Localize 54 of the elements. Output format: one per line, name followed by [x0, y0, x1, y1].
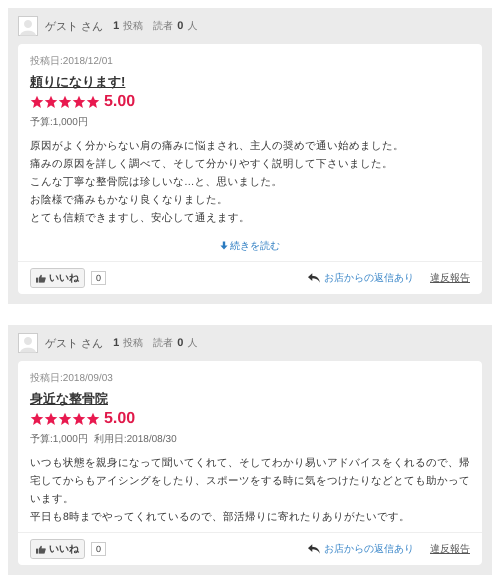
avatar-icon: [18, 333, 38, 353]
reader-count: 0: [177, 337, 184, 349]
star-icon: [72, 412, 86, 426]
reader-unit: 人: [187, 337, 198, 350]
star-icon: [44, 95, 58, 109]
meta-text: 利用日:2018/08/30: [94, 432, 177, 446]
report-link[interactable]: 違反報告: [430, 271, 470, 285]
post-date: 投稿日:2018/12/01: [30, 54, 114, 68]
like-button[interactable]: いいね: [30, 539, 85, 559]
review-text: 原因がよく分からない肩の痛みに悩まされ、主人の奨めで通い始めました。: [30, 139, 405, 154]
review-title[interactable]: 身近な整骨院: [30, 390, 470, 408]
reader-count: 0: [177, 20, 184, 32]
read-more-link[interactable]: 続きを読む: [220, 238, 280, 252]
report-link[interactable]: 違反報告: [430, 542, 470, 556]
reply-arrow-icon: [308, 273, 320, 283]
post-label: 投稿: [123, 20, 144, 33]
rating-score: 5.00: [104, 93, 136, 111]
post-count: 1: [113, 20, 120, 32]
review-text: 痛みの原因を詳しく調べて、そして分かりやすく説明して下さいました。: [30, 157, 394, 172]
thumbs-up-icon: [36, 274, 46, 282]
like-count: 0: [91, 542, 106, 556]
shop-reply-link[interactable]: お店からの返信あり: [324, 542, 414, 556]
review-text: 平日も8時までやってくれているので、部活帰りに寄れたりありがたいです。: [30, 510, 411, 525]
star-icon: [30, 412, 44, 426]
review-text: お陰様で痛みもかなり良くなりました。: [30, 193, 229, 208]
thumbs-up-icon: [36, 544, 46, 554]
star-icon: [86, 412, 100, 426]
reader-unit: 人: [187, 20, 198, 33]
post-date: 投稿日:2018/09/03: [30, 372, 114, 385]
review-text: こんな丁寧な整骨院は珍しいな…と、思いました。: [30, 175, 284, 190]
like-button[interactable]: いいね: [30, 268, 85, 288]
avatar-icon: [18, 16, 38, 36]
shop-reply-link[interactable]: お店からの返信あり: [324, 271, 414, 285]
star-icon: [86, 95, 100, 109]
author-name[interactable]: ゲスト さん: [45, 336, 104, 350]
rating-score: 5.00: [104, 410, 136, 428]
star-icon: [30, 95, 44, 109]
star-icon: [58, 412, 72, 426]
star-icon: [58, 95, 72, 109]
meta-text: 予算:1,000円: [30, 116, 88, 129]
author-name[interactable]: ゲスト さん: [45, 18, 104, 34]
post-count: 1: [113, 337, 120, 349]
down-arrow-icon: [220, 241, 228, 250]
meta-text: 予算:1,000円: [30, 433, 88, 446]
reply-arrow-icon: [308, 544, 320, 554]
reader-label: 読者: [153, 20, 174, 33]
review-title[interactable]: 頼りになります!: [30, 73, 470, 91]
review-text: いつも状態を親身になって聞いてくれて、そしてわかり易いアドバイスをくれるので、帰宅してからもアイシングをしたり、スポーツをする時に気をつけたりなどとても助かっています。: [30, 456, 470, 507]
star-icon: [44, 412, 58, 426]
post-label: 投稿: [123, 336, 144, 350]
review-text: とても信頼できますし、安心して通えます。: [30, 211, 251, 226]
like-count: 0: [91, 271, 106, 285]
reader-label: 読者: [153, 336, 174, 350]
star-icon: [72, 95, 86, 109]
